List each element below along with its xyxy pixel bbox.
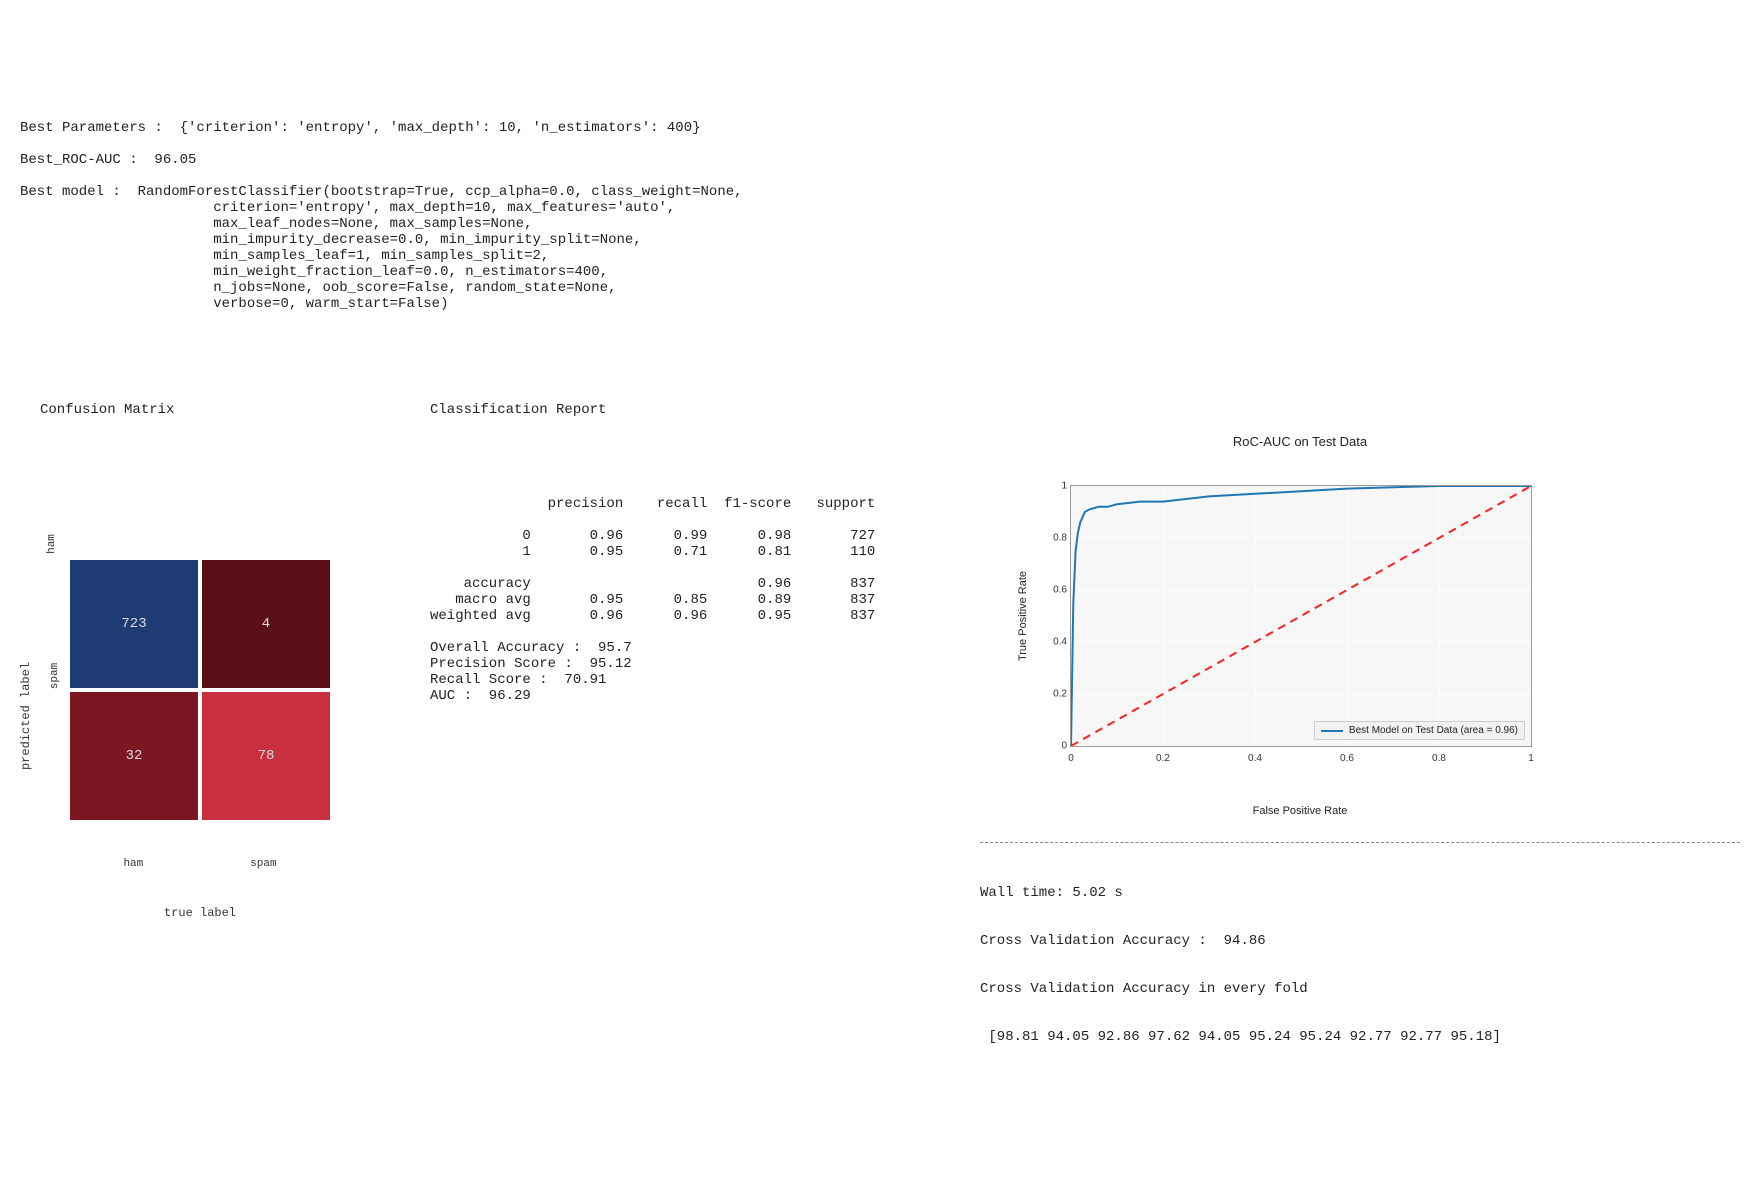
cm-cell-11: 78 xyxy=(202,692,330,820)
best-roc-auc-line: Best_ROC-AUC : 96.05 xyxy=(20,152,1740,168)
roc-xtick: 1 xyxy=(1528,753,1534,764)
roc-xlabel: False Positive Rate xyxy=(1070,805,1530,817)
classification-report-panel: Classification Report precision recall f… xyxy=(430,370,970,736)
roc-ytick: 0.4 xyxy=(1039,637,1067,648)
cm-cell-00: 723 xyxy=(70,560,198,688)
confusion-matrix-panel: Confusion Matrix predicted label ham spa… xyxy=(20,370,430,984)
cm-ytick-spam: spam xyxy=(49,663,61,689)
cm-xtick-ham: ham xyxy=(123,858,143,870)
roc-ytick: 1 xyxy=(1039,481,1067,492)
notebook-output: Best Parameters : {'criterion': 'entropy… xyxy=(0,80,1758,1117)
roc-curve-line xyxy=(1071,486,1531,746)
roc-ylabel: True Positive Rate xyxy=(1017,571,1029,661)
roc-xtick: 0.2 xyxy=(1156,753,1170,764)
legend-line-icon xyxy=(1321,730,1343,732)
confusion-matrix-title: Confusion Matrix xyxy=(40,402,430,418)
classification-report-title: Classification Report xyxy=(430,402,970,418)
right-panel: RoC-AUC on Test Data xyxy=(980,370,1740,1077)
roc-xtick: 0.8 xyxy=(1432,753,1446,764)
cm-cell-10: 32 xyxy=(70,692,198,820)
cv-accuracy-line: Cross Validation Accuracy : 94.86 xyxy=(980,933,1740,949)
roc-xtick: 0 xyxy=(1068,753,1074,764)
roc-legend: Best Model on Test Data (area = 0.96) xyxy=(1314,721,1525,740)
roc-ytick: 0.2 xyxy=(1039,689,1067,700)
roc-ytick: 0.6 xyxy=(1039,585,1067,596)
cm-cell-01: 4 xyxy=(202,560,330,688)
best-model-block: Best model : RandomForestClassifier(boot… xyxy=(20,184,1740,312)
roc-chart: RoC-AUC on Test Data xyxy=(1020,402,1580,722)
wall-time-line: Wall time: 5.02 s xyxy=(980,885,1740,901)
roc-xtick: 0.4 xyxy=(1248,753,1262,764)
cm-ytick-ham: ham xyxy=(46,534,58,554)
roc-title: RoC-AUC on Test Data xyxy=(1070,434,1530,449)
roc-ytick: 0 xyxy=(1039,741,1067,752)
roc-ytick: 0.8 xyxy=(1039,533,1067,544)
roc-legend-text: Best Model on Test Data (area = 0.96) xyxy=(1349,725,1518,736)
roc-xtick: 0.6 xyxy=(1340,753,1354,764)
cv-accuracy-folds-label: Cross Validation Accuracy in every fold xyxy=(980,981,1740,997)
best-parameters-line: Best Parameters : {'criterion': 'entropy… xyxy=(20,120,1740,136)
cm-xtick-spam: spam xyxy=(250,858,276,870)
confusion-matrix-grid: 723 4 32 78 xyxy=(70,560,410,820)
classification-report-body: precision recall f1-score support 0 0.96… xyxy=(430,496,970,704)
cm-xlabel: true label xyxy=(70,906,330,920)
roc-plot-area: 0 0.2 0.4 0.6 0.8 1 0 0.2 0.4 0.6 0.8 1 … xyxy=(1070,485,1532,747)
cm-ylabel: predicted label xyxy=(19,662,33,770)
cv-accuracy-folds-values: [98.81 94.05 92.86 97.62 94.05 95.24 95.… xyxy=(980,1029,1740,1045)
